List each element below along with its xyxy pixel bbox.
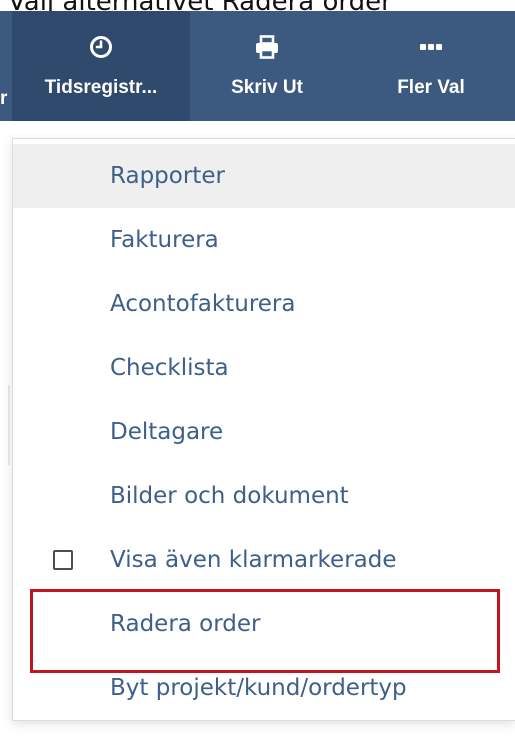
menu-item-label: Acontofakturera bbox=[110, 291, 296, 317]
menu-item-radera-order[interactable]: Radera order bbox=[13, 592, 515, 656]
menu-item-acontofakturera[interactable]: Acontofakturera bbox=[13, 272, 515, 336]
menu-item-label: Rapporter bbox=[110, 163, 225, 189]
menu-item-deltagare[interactable]: Deltagare bbox=[13, 400, 515, 464]
toolbar-item-label: Skriv Ut bbox=[231, 77, 303, 98]
menu-item-byt-projekt-kund-ordertyp[interactable]: Byt projekt/kund/ordertyp bbox=[13, 656, 515, 720]
toolbar-item-skriv-ut[interactable]: Skriv Ut bbox=[206, 11, 328, 121]
menu-item-label: Fakturera bbox=[110, 227, 219, 253]
toolbar-item-truncated-label[interactable]: r bbox=[0, 88, 7, 110]
menu-item-label: Byt projekt/kund/ordertyp bbox=[110, 675, 407, 701]
menu-item-bilder-och-dokument[interactable]: Bilder och dokument bbox=[13, 464, 515, 528]
toolbar-item-label: Fler Val bbox=[397, 77, 465, 98]
menu-item-fakturera[interactable]: Fakturera bbox=[13, 208, 515, 272]
menu-item-label: Checklista bbox=[110, 355, 229, 381]
menu-item-label: Radera order bbox=[110, 611, 261, 637]
toolbar-item-fler-val[interactable]: Fler Val bbox=[372, 11, 490, 121]
menu-item-checklista[interactable]: Checklista bbox=[13, 336, 515, 400]
toolbar-item-tidsregistrering[interactable]: Tidsregistr... bbox=[12, 11, 190, 121]
checkbox[interactable] bbox=[53, 550, 73, 570]
menu-item-label: Deltagare bbox=[110, 419, 224, 445]
menu-item-label: Bilder och dokument bbox=[110, 483, 349, 509]
screen: Välj alternativet Radera order r Tidsreg… bbox=[0, 0, 515, 737]
printer-icon bbox=[254, 35, 280, 59]
menu-item-rapporter[interactable]: Rapporter bbox=[13, 144, 515, 208]
clock-icon bbox=[89, 35, 113, 59]
menu-item-visa-aven-klarmarkerade[interactable]: Visa även klarmarkerade bbox=[13, 528, 515, 592]
menu-item-label: Visa även klarmarkerade bbox=[110, 547, 397, 573]
toolbar-item-label: Tidsregistr... bbox=[44, 77, 158, 98]
more-options-dropdown: Rapporter Fakturera Acontofakturera Chec… bbox=[12, 138, 515, 721]
toolbar: r Tidsregistr... Skriv Ut Fler Val bbox=[0, 11, 515, 121]
background-divider bbox=[8, 385, 10, 465]
more-dots-icon bbox=[419, 35, 443, 59]
